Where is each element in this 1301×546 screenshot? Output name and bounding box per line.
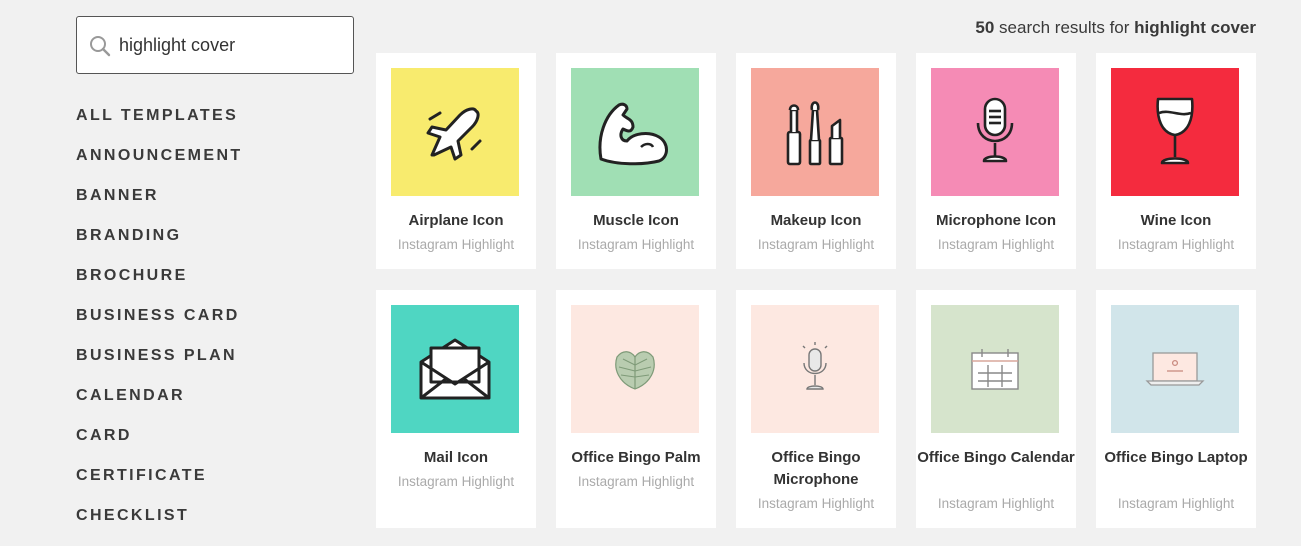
search-box[interactable] — [76, 16, 354, 74]
category-card[interactable]: CARD — [76, 426, 243, 466]
card-thumbnail — [751, 305, 879, 433]
template-card-muscle[interactable]: Muscle Icon Instagram Highlight — [556, 53, 716, 269]
search-input[interactable] — [119, 27, 339, 63]
result-count-number: 50 — [975, 18, 995, 37]
card-title: Office Bingo Microphone — [771, 449, 861, 488]
card-subtitle: Instagram Highlight — [397, 474, 515, 489]
template-card-office-bingo-microphone[interactable]: Office Bingo Microphone Instagram Highli… — [736, 290, 896, 528]
card-title: Office Bingo Palm — [571, 449, 701, 466]
airplane-icon — [426, 107, 482, 161]
wine-glass-icon — [1156, 97, 1194, 165]
card-thumbnail — [931, 68, 1059, 196]
category-business-card[interactable]: BUSINESS CARD — [76, 306, 243, 346]
card-title: Mail Icon — [423, 449, 489, 466]
template-card-mail[interactable]: Mail Icon Instagram Highlight — [376, 290, 536, 528]
calendar-icon — [971, 349, 1019, 390]
category-all-templates[interactable]: ALL TEMPLATES — [76, 106, 243, 146]
card-title: Airplane Icon — [408, 212, 504, 229]
makeup-icon — [786, 101, 844, 166]
card-thumbnail — [751, 68, 879, 196]
category-business-plan[interactable]: BUSINESS PLAN — [76, 346, 243, 386]
card-thumbnail — [571, 68, 699, 196]
card-subtitle: Instagram Highlight — [397, 237, 515, 252]
card-title: Office Bingo Calendar — [917, 449, 1075, 466]
template-card-office-bingo-laptop[interactable]: Office Bingo Laptop Instagram Highlight — [1096, 290, 1256, 528]
card-subtitle: Instagram Highlight — [937, 237, 1055, 252]
template-card-office-bingo-calendar[interactable]: Office Bingo Calendar Instagram Highligh… — [916, 290, 1076, 528]
card-title: Office Bingo Laptop — [1104, 449, 1248, 466]
card-thumbnail — [391, 68, 519, 196]
card-thumbnail — [571, 305, 699, 433]
card-subtitle: Instagram Highlight — [937, 496, 1055, 511]
category-certificate[interactable]: CERTIFICATE — [76, 466, 243, 506]
envelope-icon — [419, 338, 491, 400]
card-thumbnail — [391, 305, 519, 433]
card-subtitle: Instagram Highlight — [1117, 496, 1235, 511]
card-thumbnail — [1111, 305, 1239, 433]
palm-leaf-icon — [615, 351, 655, 390]
card-title: Wine Icon — [1140, 212, 1212, 229]
microphone-icon — [802, 342, 828, 390]
template-card-microphone[interactable]: Microphone Icon Instagram Highlight — [916, 53, 1076, 269]
category-checklist[interactable]: CHECKLIST — [76, 506, 243, 546]
category-banner[interactable]: BANNER — [76, 186, 243, 226]
category-branding[interactable]: BRANDING — [76, 226, 243, 266]
card-title: Microphone Icon — [936, 212, 1056, 229]
category-calendar[interactable]: CALENDAR — [76, 386, 243, 426]
result-count-query: highlight cover — [1134, 18, 1256, 37]
category-brochure[interactable]: BROCHURE — [76, 266, 243, 306]
search-icon — [90, 36, 111, 57]
template-card-wine[interactable]: Wine Icon Instagram Highlight — [1096, 53, 1256, 269]
category-list: ALL TEMPLATES ANNOUNCEMENT BANNER BRANDI… — [76, 106, 243, 546]
card-subtitle: Instagram Highlight — [757, 237, 875, 252]
muscle-icon — [598, 102, 668, 166]
microphone-icon — [976, 97, 1014, 163]
laptop-icon — [1145, 352, 1205, 386]
card-subtitle: Instagram Highlight — [757, 496, 875, 511]
category-announcement[interactable]: ANNOUNCEMENT — [76, 146, 243, 186]
card-title: Muscle Icon — [593, 212, 679, 229]
card-subtitle: Instagram Highlight — [577, 237, 695, 252]
card-thumbnail — [1111, 68, 1239, 196]
result-count: 50 search results for highlight cover — [975, 18, 1256, 38]
card-thumbnail — [931, 305, 1059, 433]
card-subtitle: Instagram Highlight — [1117, 237, 1235, 252]
template-card-airplane[interactable]: Airplane Icon Instagram Highlight — [376, 53, 536, 269]
card-subtitle: Instagram Highlight — [577, 474, 695, 489]
card-title: Makeup Icon — [770, 212, 862, 229]
result-count-text: search results for — [999, 18, 1130, 37]
template-card-office-bingo-palm[interactable]: Office Bingo Palm Instagram Highlight — [556, 290, 716, 528]
template-card-makeup[interactable]: Makeup Icon Instagram Highlight — [736, 53, 896, 269]
